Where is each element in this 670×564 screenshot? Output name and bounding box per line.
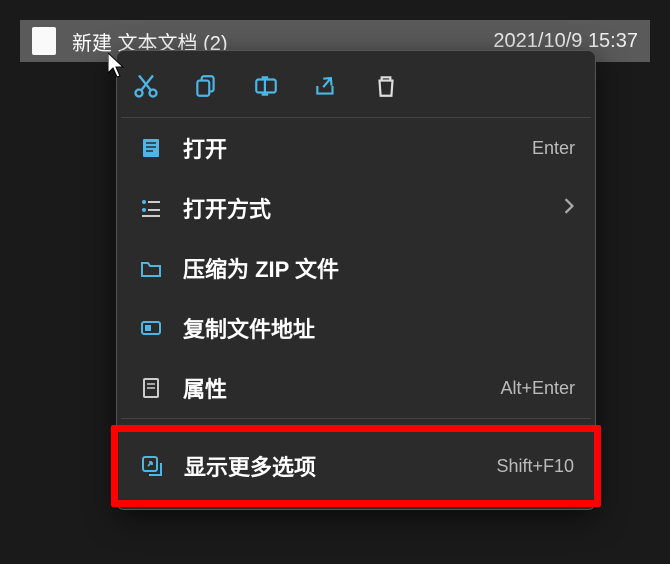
share-icon — [313, 73, 339, 99]
zip-icon — [137, 254, 165, 282]
open-icon — [137, 134, 165, 162]
copy-button[interactable] — [187, 67, 225, 105]
menu-item-compress-zip[interactable]: 压缩为 ZIP 文件 — [117, 238, 595, 298]
cut-icon — [132, 72, 160, 100]
action-bar — [117, 59, 595, 117]
menu-label: 压缩为 ZIP 文件 — [183, 252, 575, 284]
properties-icon — [137, 374, 165, 402]
menu-label: 打开 — [183, 132, 532, 164]
copy-icon — [193, 73, 219, 99]
cut-button[interactable] — [127, 67, 165, 105]
copy-path-icon — [137, 314, 165, 342]
menu-item-show-more[interactable]: 显示更多选项 Shift+F10 — [118, 432, 594, 500]
divider — [121, 418, 591, 419]
menu-item-open-with[interactable]: 打开方式 — [117, 178, 595, 238]
menu-label: 显示更多选项 — [184, 450, 496, 482]
rename-button[interactable] — [247, 67, 285, 105]
chevron-right-icon — [563, 198, 575, 219]
menu-label: 属性 — [183, 372, 500, 404]
menu-item-properties[interactable]: 属性 Alt+Enter — [117, 358, 595, 418]
menu-label: 复制文件地址 — [183, 312, 575, 344]
rename-icon — [253, 73, 279, 99]
menu-shortcut: Alt+Enter — [500, 378, 575, 399]
menu-shortcut: Shift+F10 — [496, 456, 574, 477]
share-button[interactable] — [307, 67, 345, 105]
menu-shortcut: Enter — [532, 138, 575, 159]
file-icon — [32, 27, 56, 55]
context-menu: 打开 Enter 打开方式 压缩为 ZIP 文件 — [116, 50, 596, 510]
open-with-icon — [137, 194, 165, 222]
menu-item-copy-path[interactable]: 复制文件地址 — [117, 298, 595, 358]
highlight-box: 显示更多选项 Shift+F10 — [111, 425, 601, 507]
menu-item-open[interactable]: 打开 Enter — [117, 118, 595, 178]
delete-icon — [373, 73, 399, 99]
menu-label: 打开方式 — [183, 192, 563, 224]
show-more-icon — [138, 452, 166, 480]
delete-button[interactable] — [367, 67, 405, 105]
